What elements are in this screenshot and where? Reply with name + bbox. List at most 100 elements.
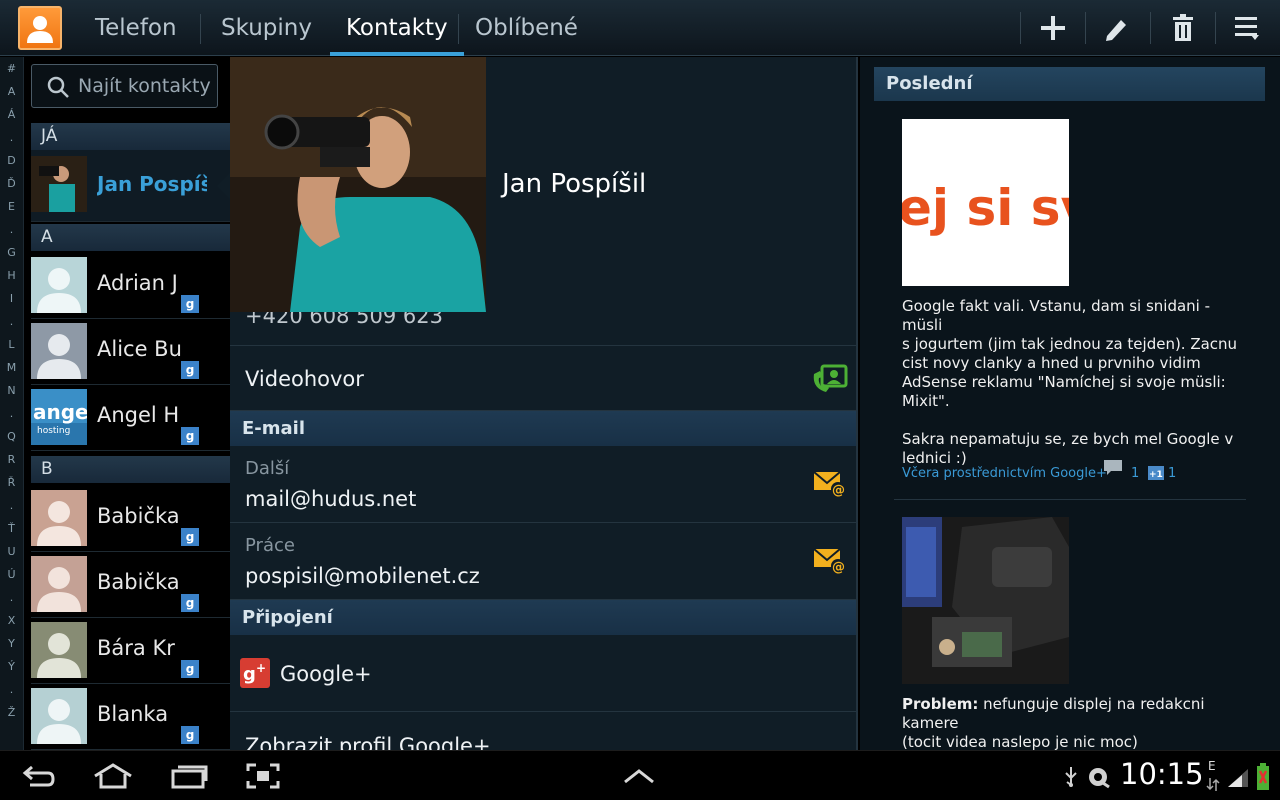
google-badge-icon: g bbox=[181, 660, 199, 678]
contact-name: Babička bbox=[97, 504, 180, 528]
section-header-a: A bbox=[31, 224, 230, 251]
index-letter[interactable]: H bbox=[0, 264, 23, 287]
back-button[interactable] bbox=[14, 759, 64, 793]
index-letter[interactable]: A bbox=[0, 80, 23, 103]
edit-button[interactable] bbox=[1092, 8, 1142, 48]
delete-button[interactable] bbox=[1158, 8, 1208, 48]
contact-row[interactable]: Babička g bbox=[31, 553, 230, 618]
connections-section-header: Připojení bbox=[230, 600, 856, 635]
post-image[interactable] bbox=[902, 517, 1069, 684]
index-letter[interactable]: Ý bbox=[0, 655, 23, 678]
index-letter[interactable]: E bbox=[0, 195, 23, 218]
contact-row[interactable]: ange hosting Angel H g bbox=[31, 386, 230, 451]
plus-one-count: 1 bbox=[1168, 466, 1177, 481]
google-badge-icon: g bbox=[181, 361, 199, 379]
avatar bbox=[31, 622, 87, 678]
contact-row[interactable]: Babička g bbox=[31, 487, 230, 552]
home-button[interactable] bbox=[88, 759, 138, 793]
network-type: E bbox=[1208, 759, 1216, 773]
contact-row[interactable]: Blanka g bbox=[31, 685, 230, 750]
svg-text:ange: ange bbox=[33, 400, 87, 424]
contact-detail-name: Jan Pospíšil bbox=[502, 169, 647, 199]
email-type-label: Další bbox=[245, 458, 290, 479]
contacts-app-icon[interactable] bbox=[18, 6, 62, 50]
index-letter[interactable]: . bbox=[0, 494, 23, 517]
clock: 10:15 bbox=[1120, 757, 1204, 791]
google-plus-row[interactable]: g + Google+ bbox=[230, 635, 856, 712]
contact-name: Angel H bbox=[97, 403, 180, 427]
battery-icon bbox=[1257, 763, 1269, 790]
video-call-icon[interactable] bbox=[812, 364, 848, 394]
index-letter[interactable]: U bbox=[0, 540, 23, 563]
index-letter[interactable]: # bbox=[0, 57, 23, 80]
sync-icon bbox=[1089, 768, 1110, 789]
index-letter[interactable]: Y bbox=[0, 632, 23, 655]
index-letter[interactable]: D bbox=[0, 149, 23, 172]
index-letter[interactable]: L bbox=[0, 333, 23, 356]
index-letter[interactable]: G bbox=[0, 241, 23, 264]
index-letter[interactable]: M bbox=[0, 356, 23, 379]
contact-row[interactable]: Bára Kr g bbox=[31, 619, 230, 684]
index-letter[interactable]: . bbox=[0, 678, 23, 701]
view-profile-row[interactable]: Zobrazit profil Google+ bbox=[230, 712, 856, 750]
videohovor-label: Videohovor bbox=[245, 367, 364, 391]
google-plus-icon: g + bbox=[240, 658, 270, 688]
index-letter[interactable]: R bbox=[0, 448, 23, 471]
post-image[interactable]: ej si sv bbox=[902, 119, 1069, 286]
email-row[interactable]: Další mail@hudus.net @ bbox=[230, 446, 856, 523]
email-section-header: E-mail bbox=[230, 411, 856, 446]
comment-count: 1 bbox=[1131, 466, 1140, 481]
recent-apps-button[interactable] bbox=[164, 759, 214, 793]
email-row[interactable]: Práce pospisil@mobilenet.cz @ bbox=[230, 523, 856, 600]
screenshot-button[interactable] bbox=[238, 759, 288, 793]
contact-row-me[interactable]: Jan Pospíšil bbox=[31, 150, 230, 222]
svg-text:@: @ bbox=[832, 560, 845, 574]
contact-row[interactable]: Alice Bu g bbox=[31, 320, 230, 385]
index-letter[interactable]: X bbox=[0, 609, 23, 632]
avatar bbox=[31, 490, 87, 546]
tab-kontakty[interactable]: Kontakty bbox=[330, 0, 464, 56]
tab-telefon[interactable]: Telefon bbox=[95, 0, 177, 56]
post-meta[interactable]: Včera prostřednictvím Google+ 1 +1 1 bbox=[902, 460, 1176, 481]
comment-icon bbox=[1104, 460, 1122, 475]
index-letter[interactable]: Ú bbox=[0, 563, 23, 586]
index-letter[interactable]: . bbox=[0, 586, 23, 609]
index-letter[interactable]: Á bbox=[0, 103, 23, 126]
data-transfer-icon bbox=[1206, 778, 1220, 791]
index-letter[interactable]: Ř bbox=[0, 471, 23, 494]
search-placeholder: Najít kontakty bbox=[78, 75, 211, 97]
search-input[interactable]: Najít kontakty bbox=[31, 64, 218, 108]
contact-photo[interactable] bbox=[230, 57, 486, 312]
tab-oblibene[interactable]: Oblíbené bbox=[475, 0, 578, 56]
contact-name: Bára Kr bbox=[97, 636, 175, 660]
contact-name: Blanka bbox=[97, 702, 169, 726]
send-email-icon[interactable]: @ bbox=[813, 471, 847, 497]
contact-row[interactable]: Adrian J g bbox=[31, 254, 230, 319]
index-letter[interactable]: Ť bbox=[0, 517, 23, 540]
index-letter[interactable]: . bbox=[0, 310, 23, 333]
menu-button[interactable] bbox=[1222, 8, 1272, 48]
tab-skupiny[interactable]: Skupiny bbox=[221, 0, 312, 56]
phone-row[interactable]: +420 608 509 623 bbox=[230, 304, 856, 346]
index-letter[interactable]: I bbox=[0, 287, 23, 310]
add-contact-button[interactable] bbox=[1028, 8, 1078, 48]
expand-up-button[interactable] bbox=[614, 759, 664, 793]
index-letter[interactable]: . bbox=[0, 402, 23, 425]
send-email-icon[interactable]: @ bbox=[813, 548, 847, 574]
index-letter[interactable]: Ž bbox=[0, 701, 23, 724]
google-badge-icon: g bbox=[181, 726, 199, 744]
svg-text:+: + bbox=[256, 661, 266, 675]
avatar bbox=[31, 688, 87, 744]
google-badge-icon: g bbox=[181, 594, 199, 612]
contact-name: Alice Bu bbox=[97, 337, 182, 361]
index-letter[interactable]: . bbox=[0, 126, 23, 149]
contact-list: Najít kontakty JÁ Jan Pospíšil A Adrian … bbox=[24, 57, 230, 750]
index-letter[interactable]: . bbox=[0, 218, 23, 241]
videohovor-row[interactable]: Videohovor bbox=[230, 346, 856, 411]
index-letter[interactable]: Ď bbox=[0, 172, 23, 195]
contact-detail-panel: +420 608 509 623 Jan Pospíšil Videohovor… bbox=[230, 57, 858, 750]
alphabet-index[interactable]: # A Á. D Ď E. G H I. L M N. Q R Ř. Ť U Ú. X Y Ý. Ž bbox=[0, 57, 24, 750]
usb-icon bbox=[1065, 767, 1077, 787]
index-letter[interactable]: N bbox=[0, 379, 23, 402]
index-letter[interactable]: Q bbox=[0, 425, 23, 448]
